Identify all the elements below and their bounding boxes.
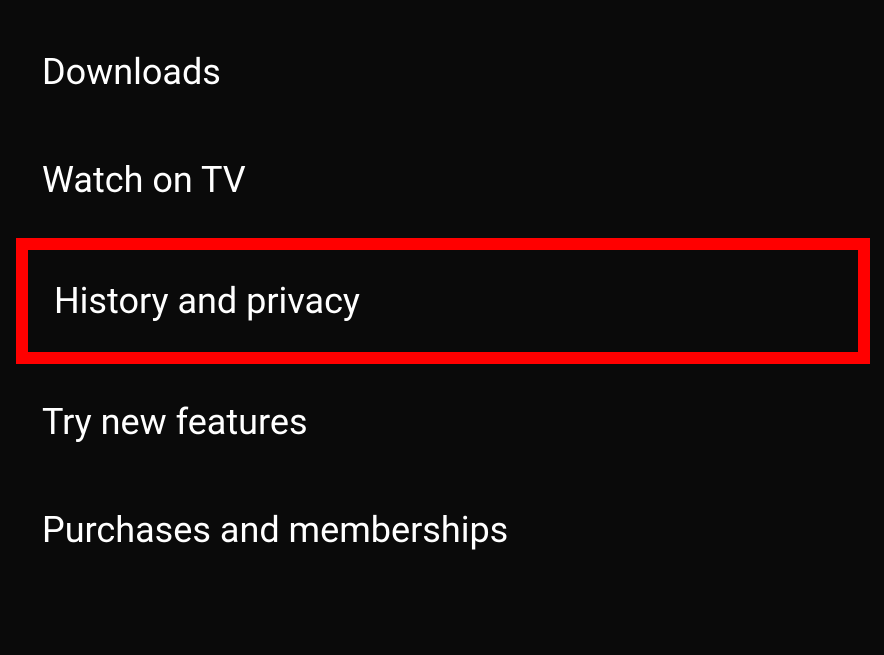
settings-item-label: History and privacy bbox=[54, 280, 360, 322]
settings-item-downloads[interactable]: Downloads bbox=[0, 18, 884, 126]
settings-item-try-new-features[interactable]: Try new features bbox=[0, 368, 884, 476]
settings-item-purchases-and-memberships[interactable]: Purchases and memberships bbox=[0, 476, 884, 584]
settings-item-label: Watch on TV bbox=[42, 159, 246, 201]
settings-item-watch-on-tv[interactable]: Watch on TV bbox=[0, 126, 884, 234]
highlight-box: History and privacy bbox=[16, 238, 870, 364]
settings-list: Downloads Watch on TV History and privac… bbox=[0, 0, 884, 584]
settings-item-label: Try new features bbox=[42, 401, 308, 443]
settings-item-label: Purchases and memberships bbox=[42, 509, 508, 551]
settings-item-label: Downloads bbox=[42, 51, 221, 93]
settings-item-history-and-privacy[interactable]: History and privacy bbox=[28, 250, 858, 352]
